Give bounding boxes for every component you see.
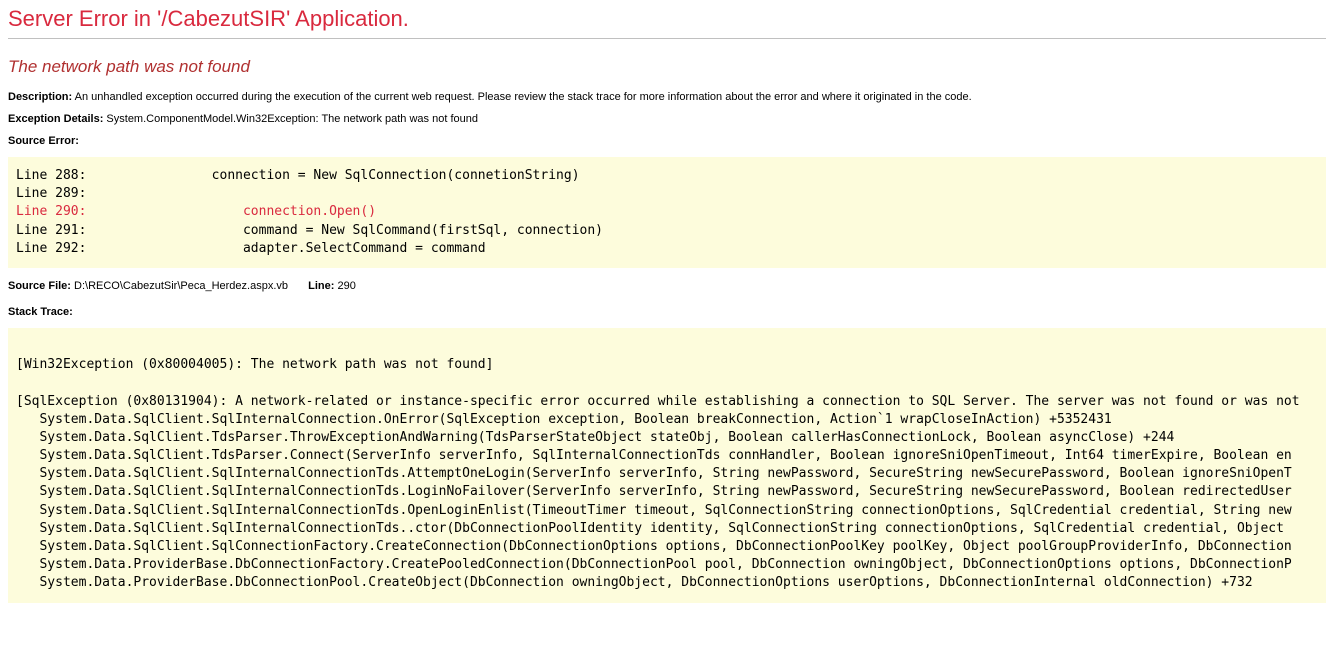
source-file-label: Source File: xyxy=(8,280,71,292)
exception-details-text: System.ComponentModel.Win32Exception: Th… xyxy=(106,113,478,125)
page-title: Server Error in '/CabezutSIR' Applicatio… xyxy=(8,6,1326,39)
stack-trace-label-line: Stack Trace: xyxy=(8,306,1326,318)
exception-details-line: Exception Details: System.ComponentModel… xyxy=(8,113,1326,125)
source-line-291: Line 291: command = New SqlCommand(first… xyxy=(16,223,603,238)
source-file-line: Source File: D:\RECO\CabezutSir\Peca_Her… xyxy=(8,280,1326,292)
description-text: An unhandled exception occurred during t… xyxy=(75,91,972,103)
source-line-292: Line 292: adapter.SelectCommand = comman… xyxy=(16,241,486,256)
source-line-288: Line 288: connection = New SqlConnection… xyxy=(16,168,580,183)
exception-details-label: Exception Details: xyxy=(8,113,103,125)
source-file-path: D:\RECO\CabezutSir\Peca_Herdez.aspx.vb xyxy=(74,280,288,292)
source-line-290: Line 290: connection.Open() xyxy=(16,204,376,219)
source-line-289: Line 289: xyxy=(16,186,86,201)
description-line: Description: An unhandled exception occu… xyxy=(8,91,1326,103)
line-label: Line: xyxy=(308,280,334,292)
description-label: Description: xyxy=(8,91,72,103)
source-error-block: Line 288: connection = New SqlConnection… xyxy=(8,157,1326,268)
stack-trace-block: [Win32Exception (0x80004005): The networ… xyxy=(8,328,1326,603)
source-error-label-line: Source Error: xyxy=(8,135,1326,147)
source-code: Line 288: connection = New SqlConnection… xyxy=(16,167,1318,258)
line-number: 290 xyxy=(337,280,355,292)
stack-trace-text: [Win32Exception (0x80004005): The networ… xyxy=(16,338,1318,593)
stack-trace-label: Stack Trace: xyxy=(8,306,73,318)
source-error-label: Source Error: xyxy=(8,135,79,147)
error-subtitle: The network path was not found xyxy=(8,57,1326,77)
